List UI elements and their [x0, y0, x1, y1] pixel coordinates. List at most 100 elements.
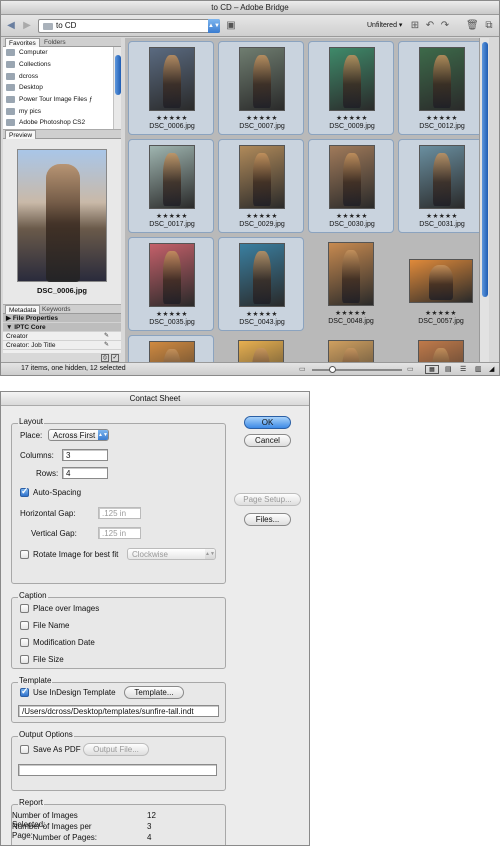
thumbnail-item[interactable]: ★★★★★ DSC_0007.jpg [218, 41, 304, 135]
thumbnail-item[interactable]: ★★★★★ DSC_0035.jpg [128, 237, 214, 331]
place-popup[interactable]: Across First ▲▼ [48, 429, 109, 441]
auto-spacing-checkbox[interactable]: Auto-Spacing [20, 486, 81, 497]
modification-date-checkbox[interactable]: Modification Date [20, 638, 95, 647]
thumbnail-item[interactable]: ★★★★★ DSC_0057.jpg [398, 237, 484, 331]
star-rating[interactable]: ★★★★★ [219, 310, 305, 318]
tab-metadata[interactable]: Metadata [5, 305, 41, 314]
favorites-list: Computer Collections dcross Desktop Powe… [3, 47, 121, 130]
thumbnail-item[interactable] [308, 335, 394, 363]
star-rating[interactable]: ★★★★★ [219, 114, 305, 122]
rows-field[interactable]: 4 [62, 467, 108, 479]
filmstrip-view-icon[interactable]: ▤ [445, 365, 452, 373]
star-rating[interactable]: ★★★★★ [398, 309, 484, 317]
star-rating[interactable]: ★★★★★ [129, 114, 215, 122]
file-name-checkbox[interactable]: File Name [20, 621, 69, 630]
apply-edit-icon[interactable]: ✓ [111, 354, 119, 362]
template-path-field[interactable]: /Users/dcross/Desktop/templates/sunfire-… [18, 705, 219, 717]
tab-favorites[interactable]: Favorites [5, 38, 40, 47]
chevron-down-icon[interactable]: ▲▼ [208, 19, 220, 33]
section-file-properties[interactable]: ▶ File Properties [3, 314, 121, 323]
star-rating[interactable]: ★★★★★ [309, 212, 395, 220]
forward-arrow-icon[interactable]: ▶ [21, 20, 33, 32]
favorite-item[interactable]: Adobe Photoshop CS2 [3, 117, 121, 129]
scrollbar-thumb[interactable] [115, 55, 121, 95]
thumbnail-item[interactable] [218, 335, 304, 363]
resize-grip-icon[interactable]: ◢ [489, 365, 494, 373]
preview-tabs: Preview [3, 130, 121, 139]
tab-folders[interactable]: Folders [41, 38, 69, 47]
metadata-field-creator[interactable]: Creator ✎ [3, 332, 121, 341]
favorites-scrollbar[interactable] [113, 47, 121, 129]
status-bar: 17 items, one hidden, 12 selected ▭ ▭ ▦ … [1, 362, 499, 375]
template-button[interactable]: Template... [124, 686, 184, 699]
versions-view-icon[interactable]: ▥ [475, 365, 482, 373]
favorite-item[interactable]: dcross [3, 70, 121, 82]
thumbnail-filename: DSC_0057.jpg [418, 318, 464, 325]
report-images-selected-value: 12 [147, 811, 156, 820]
horizontal-gap-field[interactable]: .125 in [98, 507, 141, 519]
details-view-icon[interactable]: ☰ [460, 365, 466, 373]
vertical-gap-field[interactable]: .125 in [98, 527, 141, 539]
thumbnail-item[interactable] [398, 335, 484, 363]
thumbnail-view-icon[interactable]: ▦ [425, 365, 439, 374]
star-rating[interactable]: ★★★★★ [129, 310, 215, 318]
columns-field[interactable]: 3 [62, 449, 108, 461]
tab-keywords[interactable]: Keywords [39, 305, 74, 314]
thumbnail-item[interactable]: ★★★★★ DSC_0031.jpg [398, 139, 484, 233]
file-size-checkbox[interactable]: File Size [20, 655, 64, 664]
output-file-button[interactable]: Output File... [83, 743, 149, 756]
star-rating[interactable]: ★★★★★ [399, 212, 485, 220]
thumbnail-size-slider[interactable] [312, 366, 402, 373]
thumbnail-item[interactable]: ★★★★★ DSC_0043.jpg [218, 237, 304, 331]
scrollbar-thumb[interactable] [482, 42, 488, 297]
ok-button[interactable]: OK [244, 416, 291, 429]
section-iptc-core[interactable]: ▼ IPTC Core [3, 323, 121, 332]
star-rating[interactable]: ★★★★★ [129, 212, 215, 220]
files-button[interactable]: Files... [244, 513, 291, 526]
output-file-path-field[interactable] [18, 764, 217, 776]
rotate-image-checkbox[interactable]: Rotate Image for best fit [20, 550, 118, 559]
place-over-images-checkbox[interactable]: Place over Images [20, 604, 99, 613]
large-thumb-icon[interactable]: ▭ [407, 365, 414, 373]
rotate-left-icon[interactable]: ↶ [424, 20, 436, 32]
thumbnail-item[interactable]: ★★★★★ DSC_0048.jpg [308, 237, 394, 331]
star-rating[interactable]: ★★★★★ [309, 114, 395, 122]
save-as-pdf-checkbox[interactable]: Save As PDF [20, 745, 81, 754]
favorite-item[interactable]: my pics [3, 105, 121, 117]
folder-path-popup[interactable]: to CD ▲▼ [38, 19, 220, 33]
favorite-item[interactable]: Computer [3, 47, 121, 59]
favorite-item[interactable]: Power Tour Image Files ƒ [3, 94, 121, 106]
page-setup-button[interactable]: Page Setup... [234, 493, 301, 506]
star-rating[interactable]: ★★★★★ [219, 212, 305, 220]
star-rating[interactable]: ★★★★★ [399, 114, 485, 122]
filter-menu[interactable]: Unfiltered ▾ [367, 21, 402, 29]
template-group: Template Use InDesign Template Template.… [11, 676, 226, 723]
small-thumb-icon[interactable]: ▭ [299, 365, 306, 373]
favorite-item[interactable]: Desktop [3, 82, 121, 94]
thumbnail-item[interactable]: ★★★★★ DSC_0006.jpg [128, 41, 214, 135]
star-rating[interactable]: ★★★★★ [308, 309, 394, 317]
thumbnail-item[interactable]: ★★★★★ DSC_0012.jpg [398, 41, 484, 135]
thumbnail-item[interactable] [128, 335, 214, 363]
cancel-edit-icon[interactable]: ⦸ [101, 354, 109, 362]
thumbnail-item[interactable]: ★★★★★ DSC_0030.jpg [308, 139, 394, 233]
thumbnail-item[interactable]: ★★★★★ DSC_0029.jpg [218, 139, 304, 233]
favorite-item[interactable]: Collections [3, 59, 121, 71]
metadata-field-job-title[interactable]: Creator: Job Title ✎ [3, 341, 121, 350]
thumbnail-item[interactable]: ★★★★★ DSC_0009.jpg [308, 41, 394, 135]
back-arrow-icon[interactable]: ◀ [5, 20, 17, 32]
tab-preview[interactable]: Preview [5, 130, 37, 139]
rotate-direction-value: Clockwise [132, 550, 169, 559]
trash-icon[interactable]: 🗑 [466, 20, 479, 32]
thumbnail-filename: DSC_0007.jpg [239, 123, 285, 130]
thumbnail-item[interactable]: ★★★★★ DSC_0017.jpg [128, 139, 214, 233]
cancel-button[interactable]: Cancel [244, 434, 291, 447]
compact-mode-icon[interactable]: ⧉ [483, 20, 495, 32]
new-folder-icon[interactable]: ⊞ [409, 20, 421, 32]
rotate-direction-popup[interactable]: Clockwise ▲▼ [127, 548, 216, 560]
go-up-folder-icon[interactable]: ▣ [225, 20, 237, 32]
content-scrollbar[interactable] [479, 38, 489, 363]
use-indesign-template-checkbox[interactable]: Use InDesign Template [20, 686, 116, 697]
rotate-right-icon[interactable]: ↷ [439, 20, 451, 32]
slider-knob[interactable] [328, 366, 336, 373]
